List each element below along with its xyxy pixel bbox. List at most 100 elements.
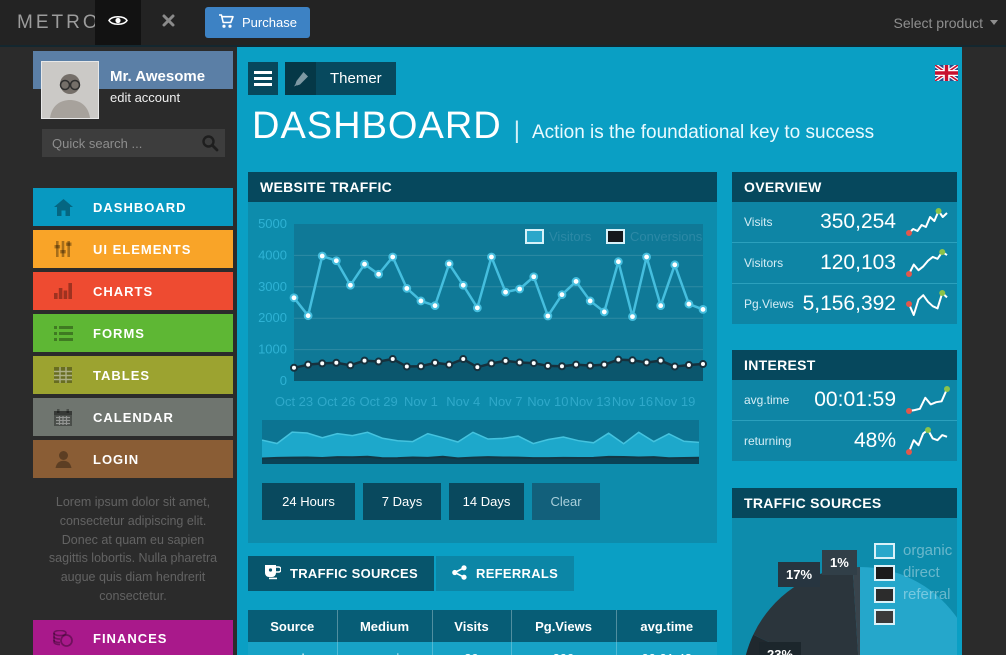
visitors-sparkline (905, 248, 951, 278)
avatar[interactable] (42, 62, 98, 118)
user-icon (33, 451, 93, 468)
panel-title: TRAFFIC SOURCES (732, 488, 957, 518)
pgviews-sparkline (905, 289, 951, 319)
legend-swatch (874, 543, 895, 559)
overview-panel: OVERVIEW Visits 350,254 Visitors 120,103… (732, 172, 957, 324)
svg-text:5000: 5000 (258, 216, 287, 231)
traffic-sources-panel: TRAFFIC SOURCES 17% 1% 23% organic direc… (732, 488, 957, 655)
share-icon (452, 565, 467, 583)
legend-item-organic: organic (874, 542, 952, 559)
legend-item-referral: referral (874, 586, 952, 603)
tab-label: TRAFFIC SOURCES (290, 566, 418, 581)
tab-referrals[interactable]: REFERRALS (436, 556, 574, 591)
uk-flag-icon[interactable] (935, 65, 958, 81)
panel-title: INTEREST (732, 350, 957, 380)
brush-icon (285, 62, 316, 95)
interest-panel: INTEREST avg.time 00:01:59 returning 48% (732, 350, 957, 461)
close-button[interactable] (152, 0, 184, 45)
hamburger-menu-button[interactable] (248, 62, 278, 95)
sidebar-item-forms[interactable]: FORMS (33, 314, 233, 352)
sidebar-item-tables[interactable]: TABLES (33, 356, 233, 394)
list-icon (33, 326, 93, 341)
select-product-label: Select product (894, 15, 984, 31)
sidebar-item-label: LOGIN (93, 452, 139, 467)
tab-label: REFERRALS (476, 566, 558, 581)
topbar: METRO Purchase Select product (0, 0, 1006, 47)
sidebar-item-login[interactable]: LOGIN (33, 440, 233, 478)
svg-text:Oct 23: Oct 23 (275, 394, 313, 409)
stat-row-avgtime: avg.time 00:01:59 (732, 380, 957, 420)
pie-label-1: 1% (822, 550, 857, 575)
stat-label: returning (744, 434, 791, 448)
sidebar: Mr. Awesome edit account DASHBOARD UI EL… (0, 47, 237, 655)
sidebar-item-label: CALENDAR (93, 410, 174, 425)
pie-label-17: 17% (778, 562, 820, 587)
sidebar-menu: DASHBOARD UI ELEMENTS CHARTS FORMS TABLE… (33, 188, 233, 655)
sidebar-item-calendar[interactable]: CALENDAR (33, 398, 233, 436)
panel-title: OVERVIEW (732, 172, 957, 202)
stat-value: 00:01:59 (814, 388, 896, 412)
metro-dashboard: METRO Purchase Select product Mr. Awesom… (0, 0, 1006, 655)
cell-avgtime: 00:01:48 (616, 642, 717, 655)
svg-text:Oct 29: Oct 29 (359, 394, 397, 409)
sidebar-item-label: FORMS (93, 326, 145, 341)
stat-value: 120,103 (820, 251, 896, 275)
avgtime-sparkline (905, 385, 951, 415)
range-buttons: 24 Hours 7 Days 14 Days Clear (262, 483, 600, 520)
search-icon[interactable] (201, 134, 219, 157)
stat-label: Visitors (744, 256, 783, 270)
column-header: Source (248, 610, 337, 642)
page-header: DASHBOARD | Action is the foundational k… (252, 105, 874, 148)
cell-source: google (248, 642, 337, 655)
sidebar-note: Lorem ipsum dolor sit amet, consectetur … (45, 493, 221, 606)
stat-row-returning: returning 48% (732, 420, 957, 461)
traffic-navigator-chart[interactable] (262, 420, 699, 464)
search-input[interactable] (42, 129, 225, 157)
themer-button[interactable]: Themer (285, 62, 396, 95)
sidebar-item-dashboard[interactable]: DASHBOARD (33, 188, 233, 226)
pie-legend: organic direct referral (874, 542, 952, 630)
svg-text:Nov 16: Nov 16 (612, 394, 653, 409)
svg-text:3000: 3000 (258, 279, 287, 294)
edit-account-link[interactable]: edit account (110, 90, 180, 105)
range-clear-button[interactable]: Clear (532, 483, 600, 520)
calendar-icon (33, 409, 93, 426)
table-row[interactable]: google organic 89 299 00:01:48 (248, 642, 717, 655)
main-content: Themer DASHBOARD | Action is the foundat… (237, 47, 962, 655)
range-14-days-button[interactable]: 14 Days (449, 483, 524, 520)
sidebar-item-label: FINANCES (93, 631, 167, 646)
sidebar-item-charts[interactable]: CHARTS (33, 272, 233, 310)
tab-traffic-sources[interactable]: TRAFFIC SOURCES (248, 556, 434, 591)
cup-icon (264, 565, 281, 583)
stat-label: Pg.Views (744, 297, 794, 311)
range-24-hours-button[interactable]: 24 Hours (262, 483, 355, 520)
range-7-days-button[interactable]: 7 Days (363, 483, 441, 520)
sidebar-item-finances[interactable]: FINANCES (33, 620, 233, 655)
select-product-dropdown[interactable]: Select product (894, 0, 999, 45)
stat-row-visitors: Visitors 120,103 (732, 242, 957, 283)
legend-label: direct (903, 564, 940, 581)
table-header-row: Source Medium Visits Pg.Views avg.time (248, 610, 717, 642)
svg-text:1000: 1000 (258, 342, 287, 357)
themer-label: Themer (316, 62, 396, 95)
purchase-button[interactable]: Purchase (205, 7, 310, 38)
legend-label: organic (903, 542, 952, 559)
svg-text:2000: 2000 (258, 310, 287, 325)
sidebar-item-ui-elements[interactable]: UI ELEMENTS (33, 230, 233, 268)
coins-icon (33, 630, 93, 647)
returning-sparkline (905, 426, 951, 456)
toggle-sidebar-button[interactable] (95, 0, 141, 45)
page-subtitle: Action is the foundational key to succes… (532, 122, 874, 144)
column-header: Visits (432, 610, 511, 642)
stat-value: 350,254 (820, 210, 896, 234)
search-box (42, 129, 225, 157)
purchase-label: Purchase (242, 15, 297, 30)
stat-value: 5,156,392 (803, 292, 896, 316)
sidebar-item-label: DASHBOARD (93, 200, 187, 215)
legend-label: referral (903, 586, 951, 603)
close-icon (162, 14, 175, 32)
legend-item-direct: direct (874, 564, 952, 581)
sidebar-item-label: UI ELEMENTS (93, 242, 191, 257)
stat-row-visits: Visits 350,254 (732, 202, 957, 242)
legend-swatch (874, 565, 895, 581)
